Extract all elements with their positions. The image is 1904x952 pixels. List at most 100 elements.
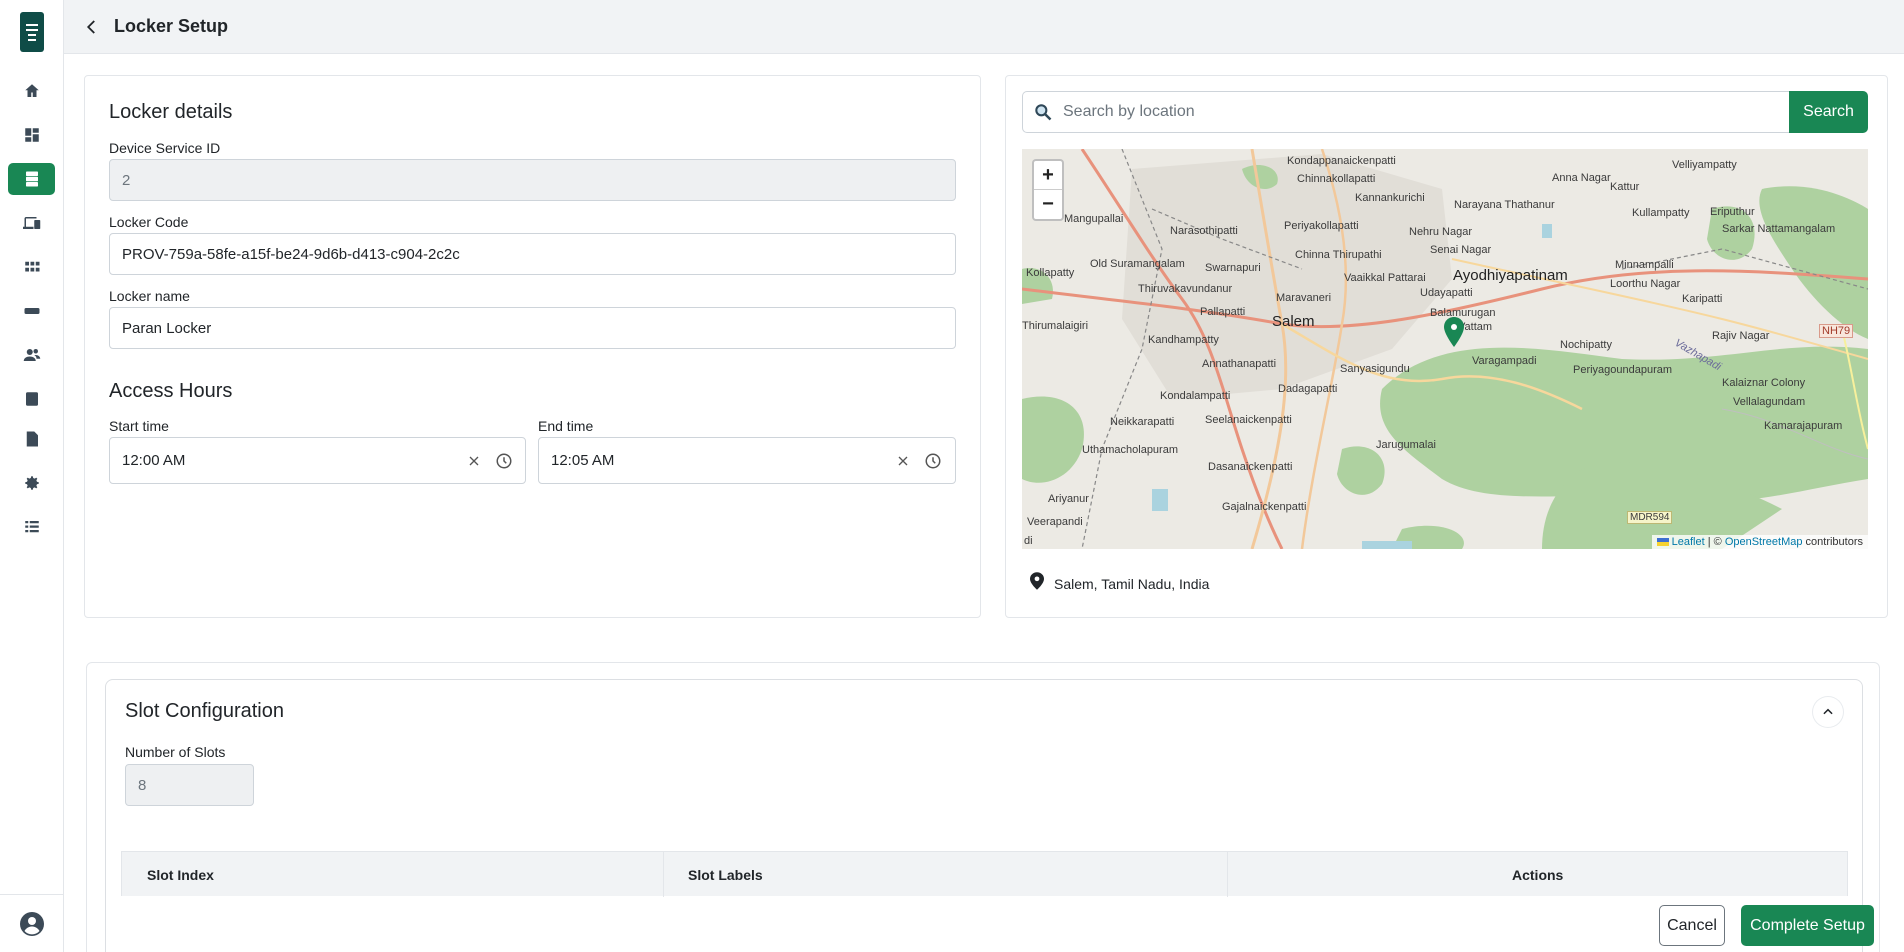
map-label: Kamarajapuram xyxy=(1764,420,1843,432)
apps-icon[interactable] xyxy=(8,251,55,283)
end-time-label: End time xyxy=(538,418,594,434)
map-label: Anna Nagar xyxy=(1552,172,1611,184)
map-label: Kannankurichi xyxy=(1355,192,1425,204)
map-label: Annathanapatti xyxy=(1202,358,1277,370)
list-icon[interactable] xyxy=(8,383,55,415)
search-button[interactable]: Search xyxy=(1789,91,1868,133)
map-label: Uthamacholapuram xyxy=(1082,444,1178,456)
zoom-control: + − xyxy=(1032,159,1064,221)
map-label: Swarnapuri xyxy=(1205,262,1261,274)
locker-icon[interactable] xyxy=(8,163,55,195)
map-label: Vaaikkal Pattarai xyxy=(1344,272,1426,284)
map-label: Eriputhur xyxy=(1710,206,1755,218)
column-divider xyxy=(1227,852,1228,897)
locker-details-title: Locker details xyxy=(109,101,233,123)
devices-icon[interactable] xyxy=(8,207,55,239)
app-logo[interactable] xyxy=(20,12,44,52)
slot-config-title: Slot Configuration xyxy=(125,700,284,722)
map-label: Vellalagundam xyxy=(1733,396,1806,408)
location-text: Salem, Tamil Nadu, India xyxy=(1054,575,1210,592)
clear-start-time-icon[interactable] xyxy=(463,450,485,472)
access-hours-title: Access Hours xyxy=(109,380,233,402)
end-time-field[interactable]: 12:05 AM xyxy=(538,437,956,484)
start-time-label: Start time xyxy=(109,418,169,434)
map-label: Ariyanur xyxy=(1048,493,1089,505)
map-label: Veerapandi xyxy=(1027,516,1083,528)
attribution-suffix: contributors xyxy=(1802,536,1863,548)
map-label: Nehru Nagar xyxy=(1409,226,1472,238)
locker-name-label: Locker name xyxy=(109,288,190,304)
map-label: Dasanaickenpatti xyxy=(1208,461,1293,473)
map-label: Kandhampatty xyxy=(1148,334,1219,346)
complete-setup-button[interactable]: Complete Setup xyxy=(1741,905,1874,946)
map-label: Kattur xyxy=(1610,181,1640,193)
map-label: Rajiv Nagar xyxy=(1712,330,1770,342)
chevron-up-icon[interactable] xyxy=(1813,697,1843,727)
map-label: Jarugumalai xyxy=(1376,439,1436,451)
column-header-slot-index[interactable]: Slot Index xyxy=(147,852,214,897)
clear-end-time-icon[interactable] xyxy=(892,450,914,472)
locker-code-field[interactable]: PROV-759a-58fe-a15f-be24-9d6b-d413-c904-… xyxy=(109,233,956,275)
map-label: Nochipatty xyxy=(1560,339,1612,351)
dashboard-icon[interactable] xyxy=(8,119,55,151)
device-service-id-label: Device Service ID xyxy=(109,140,221,156)
map-label: Periyagoundapuram xyxy=(1573,364,1673,376)
map-label: Periyakollapatti xyxy=(1284,220,1359,232)
users-icon[interactable] xyxy=(8,339,55,371)
settings-icon[interactable] xyxy=(8,467,55,499)
report-icon[interactable] xyxy=(8,423,55,455)
search-box xyxy=(1022,91,1790,133)
hardware-icon[interactable] xyxy=(8,295,55,327)
start-time-field[interactable]: 12:00 AM xyxy=(109,437,526,484)
osm-link[interactable]: OpenStreetMap xyxy=(1725,536,1803,548)
map-label: Thiruvakavundanur xyxy=(1138,283,1233,295)
map-label: Maravaneri xyxy=(1276,292,1332,304)
flag-icon xyxy=(1656,538,1669,547)
top-bar: Locker Setup xyxy=(64,0,1904,54)
map-label: Narasothipatti xyxy=(1170,225,1238,237)
map-label: Sarkar Nattamangalam xyxy=(1722,223,1836,235)
map-label: Chinnakollapatti xyxy=(1297,173,1376,185)
map[interactable]: Kondappanaickenpatti Chinnakollapatti Ka… xyxy=(1022,149,1868,549)
map-label: Salem xyxy=(1272,313,1315,330)
start-clock-icon[interactable] xyxy=(493,450,515,472)
page-title: Locker Setup xyxy=(114,16,229,36)
map-attribution: Leaflet | © OpenStreetMap contributors xyxy=(1651,535,1868,549)
map-label: Old Suramangalam xyxy=(1090,258,1185,270)
zoom-out-button[interactable]: − xyxy=(1034,190,1062,219)
avatar-icon[interactable] xyxy=(19,911,45,937)
back-arrow-icon[interactable] xyxy=(80,15,104,39)
map-label: Kondalampatti xyxy=(1160,390,1231,402)
map-label: Varagampadi xyxy=(1472,355,1537,367)
locker-name-field[interactable]: Paran Locker xyxy=(109,307,956,349)
map-label: Narayana Thathanur xyxy=(1454,199,1555,211)
map-label: Sanyasigundu xyxy=(1340,363,1410,375)
locker-code-label: Locker Code xyxy=(109,214,189,230)
map-label: Senai Nagar xyxy=(1430,244,1492,256)
map-label: Kollapatty xyxy=(1026,267,1075,279)
map-label: Dadagapatti xyxy=(1278,383,1338,395)
map-label: Ayodhiyapatinam xyxy=(1453,267,1568,284)
slot-config-accordion xyxy=(105,679,1863,952)
map-label: di xyxy=(1024,535,1033,547)
location-marker-icon[interactable] xyxy=(1443,317,1465,347)
end-time-value: 12:05 AM xyxy=(551,452,615,469)
map-label: Mangupallai xyxy=(1064,213,1124,225)
sidebar xyxy=(0,0,64,952)
end-clock-icon[interactable] xyxy=(922,450,944,472)
home-icon[interactable] xyxy=(8,75,55,107)
map-label: Pallapatti xyxy=(1200,306,1246,318)
column-header-slot-labels[interactable]: Slot Labels xyxy=(688,852,763,897)
map-label: NH79 xyxy=(1819,324,1854,338)
map-label: Kondappanaickenpatti xyxy=(1287,155,1396,167)
leaflet-link[interactable]: Leaflet xyxy=(1672,536,1705,548)
search-input[interactable] xyxy=(1063,103,1743,121)
checklist-icon[interactable] xyxy=(8,511,55,543)
map-label: Minnampalli xyxy=(1615,259,1674,271)
zoom-in-button[interactable]: + xyxy=(1034,161,1062,190)
map-label: Udayapatti xyxy=(1420,287,1473,299)
slot-table-header: Slot Index Slot Labels Actions xyxy=(121,851,1848,897)
column-header-actions[interactable]: Actions xyxy=(1512,852,1563,897)
start-time-value: 12:00 AM xyxy=(122,452,186,469)
cancel-button[interactable]: Cancel xyxy=(1659,905,1725,946)
